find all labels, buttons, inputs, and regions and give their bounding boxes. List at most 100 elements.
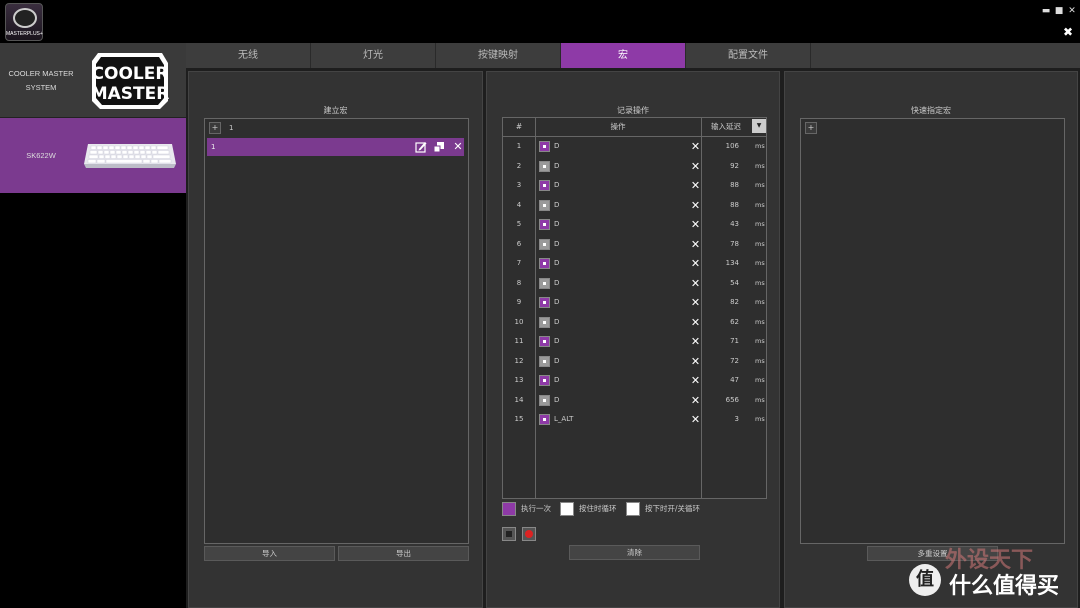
row-delay[interactable]: 82 [703,293,739,313]
row-delay-unit: ms [755,395,765,404]
export-button[interactable]: 导出 [338,546,469,561]
delete-row-icon[interactable]: ✕ [690,278,701,289]
row-number: 8 [516,278,522,287]
table-row[interactable]: 9 D ✕ 82 ms [503,293,766,313]
table-row[interactable]: 3 D ✕ 88 ms [503,176,766,196]
delete-macro-icon[interactable]: ✕ [452,141,464,153]
tab-macro[interactable]: 宏 [561,43,686,68]
add-macro-button[interactable]: + [209,122,221,134]
maximize-button[interactable]: ■ [1053,6,1065,16]
tab-key-mapping[interactable]: 按键映射 [436,43,561,68]
row-number: 2 [516,161,522,170]
masterplus-logo[interactable]: MASTERPLUS+ [5,3,43,41]
mode-label: 按下时开/关循环 [645,504,701,513]
row-delay-unit: ms [755,161,765,170]
sidebar-item-cooler-master-system[interactable]: COOLER MASTER SYSTEM COOLER MASTER [0,43,186,118]
row-delay-unit: ms [755,415,765,423]
delete-row-icon[interactable]: ✕ [690,317,701,328]
delete-row-icon[interactable]: ✕ [690,141,701,152]
table-row[interactable]: 6 D ✕ 78 ms [503,235,766,255]
row-delay[interactable]: 78 [703,235,739,255]
row-number: 9 [516,298,522,306]
row-delay[interactable]: 47 [703,371,739,391]
import-button[interactable]: 导入 [204,546,335,561]
row-delay-unit: ms [755,220,765,228]
sidebar-item-sk622w[interactable]: SK622W [0,118,186,193]
key-press-icon [539,336,550,347]
device-label: SK622W [26,150,56,160]
delete-row-icon[interactable]: ✕ [690,336,701,347]
row-number: 13 [514,376,524,384]
quick-assign-list: + [800,118,1065,544]
tab-profiles[interactable]: 配置文件 [686,43,811,68]
delete-row-icon[interactable]: ✕ [690,258,701,269]
row-delay[interactable]: 134 [703,254,739,274]
row-delay[interactable]: 54 [703,274,739,294]
key-press-icon [539,180,550,191]
row-delay[interactable]: 72 [703,352,739,372]
row-delay[interactable]: 656 [703,391,739,411]
row-number: 5 [516,220,522,228]
row-delay[interactable]: 88 [703,176,739,196]
table-row[interactable]: 7 D ✕ 134 ms [503,254,766,274]
delete-row-icon[interactable]: ✕ [690,414,701,425]
delete-row-icon[interactable]: ✕ [690,219,701,230]
table-row[interactable]: 10 D ✕ 62 ms [503,313,766,333]
mode-checkbox[interactable] [502,502,516,516]
row-delay[interactable]: 62 [703,313,739,333]
row-key: D [554,337,560,345]
table-row[interactable]: 5 D ✕ 43 ms [503,215,766,235]
device-label: COOLER MASTER SYSTEM [8,68,74,92]
watermark-text: 什么值得买 [949,574,1060,599]
mode-checkbox[interactable] [560,502,574,516]
delete-row-icon[interactable]: ✕ [690,161,701,172]
tab-lighting[interactable]: 灯光 [311,43,436,68]
macro-list-item[interactable]: 1 ✕ [207,138,464,156]
delete-row-icon[interactable]: ✕ [690,239,701,250]
logo-label: MASTERPLUS+ [6,31,43,37]
key-release-icon [539,355,550,367]
row-delay-unit: ms [755,298,765,306]
logo-disc-icon [13,8,37,28]
table-row[interactable]: 1 D ✕ 106 ms [503,137,766,157]
row-delay[interactable]: 106 [703,137,739,157]
row-delay[interactable]: 43 [703,215,739,235]
row-delay-unit: ms [755,181,765,189]
row-delay[interactable]: 71 [703,332,739,352]
table-row[interactable]: 2 D ✕ 92 ms [503,157,766,177]
row-key: D [554,278,560,287]
table-row[interactable]: 14 D ✕ 656 ms [503,391,766,411]
table-row[interactable]: 13 D ✕ 47 ms [503,371,766,391]
row-delay[interactable]: 3 [703,410,739,430]
table-row[interactable]: 12 D ✕ 72 ms [503,352,766,372]
edit-icon[interactable] [415,141,427,153]
add-quick-macro-button[interactable]: + [805,122,817,134]
table-row[interactable]: 15 L_ALT ✕ 3 ms [503,410,766,430]
column-header-delay: 输入延迟 [711,122,741,131]
key-press-icon [539,375,550,386]
row-number: 15 [514,415,524,423]
delete-row-icon[interactable]: ✕ [690,356,701,367]
mode-checkbox[interactable] [626,502,640,516]
delete-row-icon[interactable]: ✕ [690,375,701,386]
delete-row-icon[interactable]: ✕ [690,200,701,211]
delete-row-icon[interactable]: ✕ [690,180,701,191]
minimize-button[interactable]: ▬ [1040,6,1052,16]
delete-row-icon[interactable]: ✕ [690,297,701,308]
row-delay[interactable]: 88 [703,196,739,216]
clear-button[interactable]: 清除 [569,545,700,560]
mode-label: 按住时循环 [579,504,617,513]
tab-wireless[interactable]: 无线 [186,43,311,68]
copy-icon[interactable] [433,141,445,153]
close-window-button[interactable]: ✕ [1066,6,1078,16]
table-row[interactable]: 8 D ✕ 54 ms [503,274,766,294]
table-row[interactable]: 11 D ✕ 71 ms [503,332,766,352]
stop-button[interactable] [502,527,516,541]
row-delay[interactable]: 92 [703,157,739,177]
settings-x-icon[interactable]: ✖ [1062,26,1074,38]
record-button[interactable] [522,527,536,541]
delay-dropdown-icon[interactable]: ▼ [752,119,766,133]
table-row[interactable]: 4 D ✕ 88 ms [503,196,766,216]
delete-row-icon[interactable]: ✕ [690,395,701,406]
row-key: D [554,259,560,267]
